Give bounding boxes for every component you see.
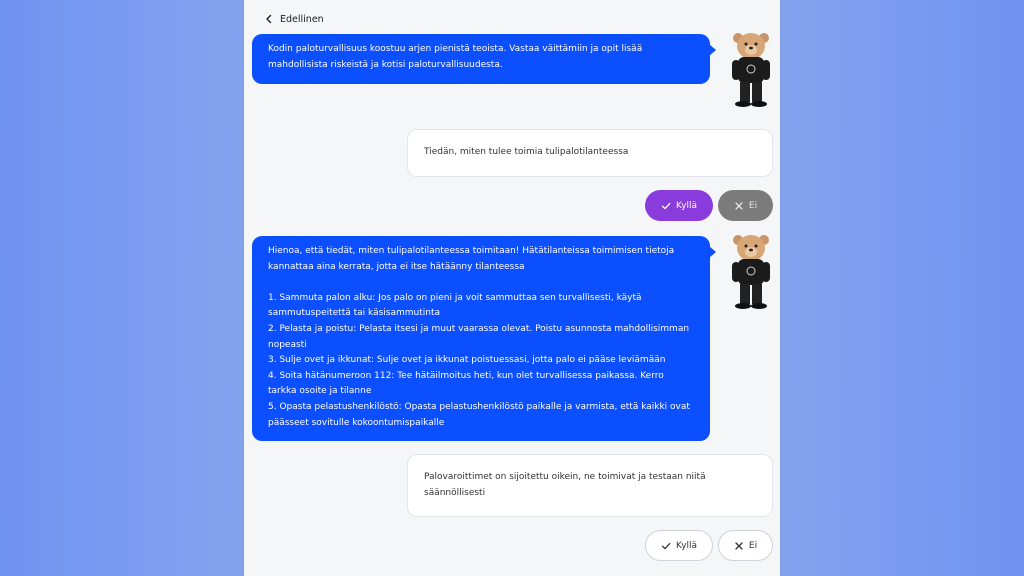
message-line: Hienoa, että tiedät, miten tulipalotilan… <box>268 246 675 256</box>
statement-card: Palovaroittimet on sijoitettu oikein, ne… <box>407 454 773 517</box>
statement-text: Palovaroittimet on sijoitettu oikein, ne… <box>424 472 706 482</box>
yes-label: Kyllä <box>675 200 698 211</box>
message-line: Kodin paloturvallisuus koostuu arjen pie… <box>268 44 643 54</box>
chevron-left-icon <box>266 14 272 24</box>
message-line: 1. Sammuta palon alku: Jos palo on pieni… <box>268 292 642 303</box>
message-line: mahdollisista riskeistä ja kotisi palotu… <box>268 59 503 70</box>
statement-text: säännöllisesti <box>424 487 486 498</box>
message-line: päässeet sovitulle kokoontumispaikalle <box>268 417 445 428</box>
message-line: nopeasti <box>268 339 307 350</box>
yes-button[interactable]: Kyllä <box>645 530 713 561</box>
message-line: kannattaa aina kerrata, jotta ei itse hä… <box>268 261 525 272</box>
no-button[interactable]: Ei <box>718 190 773 221</box>
statement-card: Tiedän, miten tulee toimia tulipalotilan… <box>407 129 773 177</box>
back-button[interactable]: Edellinen <box>264 12 324 26</box>
yes-label: Kyllä <box>675 540 698 551</box>
message-line: 2. Pelasta ja poistu: Pelasta itsesi ja … <box>268 323 690 334</box>
close-icon <box>735 541 743 550</box>
no-button[interactable]: Ei <box>718 530 773 561</box>
message-line: tarkka osoite ja tilanne <box>268 386 372 397</box>
bot-message-feedback: Hienoa, että tiedät, miten tulipalotilan… <box>252 236 716 441</box>
message-spacer <box>268 275 694 291</box>
check-icon <box>661 542 671 549</box>
bear-mascot-icon <box>732 235 770 309</box>
bear-mascot-icon <box>732 33 770 107</box>
message-line: 5. Opasta pelastushenkilöstö: Opasta pel… <box>268 401 690 412</box>
bot-message-intro: Kodin paloturvallisuus koostuu arjen pie… <box>252 34 716 84</box>
message-line: sammutuspeitettä tai käsisammutinta <box>268 308 440 319</box>
yes-button[interactable]: Kyllä <box>645 190 713 221</box>
no-label: Ei <box>748 540 758 551</box>
message-line: 3. Sulje ovet ja ikkunat: Sulje ovet ja … <box>268 355 666 366</box>
close-icon <box>735 201 743 210</box>
chat-panel: Edellinen Kodin paloturvallisuus koostuu… <box>244 0 780 576</box>
statement-text: Tiedän, miten tulee toimia tulipalotilan… <box>424 147 629 158</box>
back-label: Edellinen <box>280 13 324 25</box>
message-line: 4. Soita hätänumeroon 112: Tee hätäilmoi… <box>268 370 664 381</box>
check-icon <box>661 202 671 209</box>
no-label: Ei <box>748 200 758 211</box>
